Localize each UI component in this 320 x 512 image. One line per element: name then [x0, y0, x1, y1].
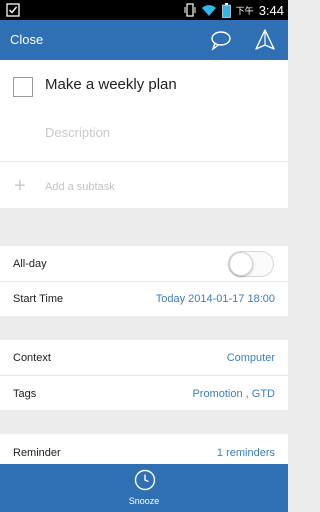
task-complete-checkbox[interactable]: [13, 77, 33, 97]
wifi-icon: [201, 5, 216, 16]
all-day-label: All-day: [13, 258, 47, 270]
snooze-label: Snooze: [128, 496, 160, 506]
context-label: Context: [13, 352, 51, 364]
share-icon[interactable]: [253, 28, 277, 52]
battery-icon: [221, 2, 231, 18]
reminder-value[interactable]: 1 reminders: [217, 447, 275, 459]
app-bar: Close: [0, 20, 288, 60]
comment-icon[interactable]: [209, 28, 233, 52]
start-time-value[interactable]: Today 2014-01-17 18:00: [156, 293, 275, 305]
description-field[interactable]: Description: [45, 125, 110, 140]
tags-value[interactable]: Promotion , GTD: [192, 388, 275, 400]
context-value[interactable]: Computer: [227, 352, 275, 364]
add-subtask-icon[interactable]: +: [14, 176, 26, 196]
status-time: 3:44: [258, 2, 284, 18]
snooze-button[interactable]: Snooze: [0, 464, 288, 512]
divider: [0, 375, 288, 376]
add-subtask-button[interactable]: Add a subtask: [45, 181, 115, 193]
divider: [0, 281, 288, 282]
checkbox-notification-icon: [6, 3, 20, 17]
close-button[interactable]: Close: [10, 20, 43, 60]
status-bar: 下午 3:44: [0, 0, 288, 20]
tags-label: Tags: [13, 388, 37, 400]
divider: [0, 161, 288, 162]
all-day-toggle[interactable]: [228, 251, 274, 277]
status-ampm: 下午: [235, 5, 254, 16]
reminder-label: Reminder: [13, 447, 61, 459]
vibrate-icon: [184, 3, 196, 17]
task-title[interactable]: Make a weekly plan: [45, 76, 177, 93]
start-time-label: Start Time: [13, 293, 64, 305]
clock-icon: [134, 469, 156, 491]
bottom-bar: Snooze: [0, 464, 288, 512]
toggle-knob: [229, 252, 253, 276]
